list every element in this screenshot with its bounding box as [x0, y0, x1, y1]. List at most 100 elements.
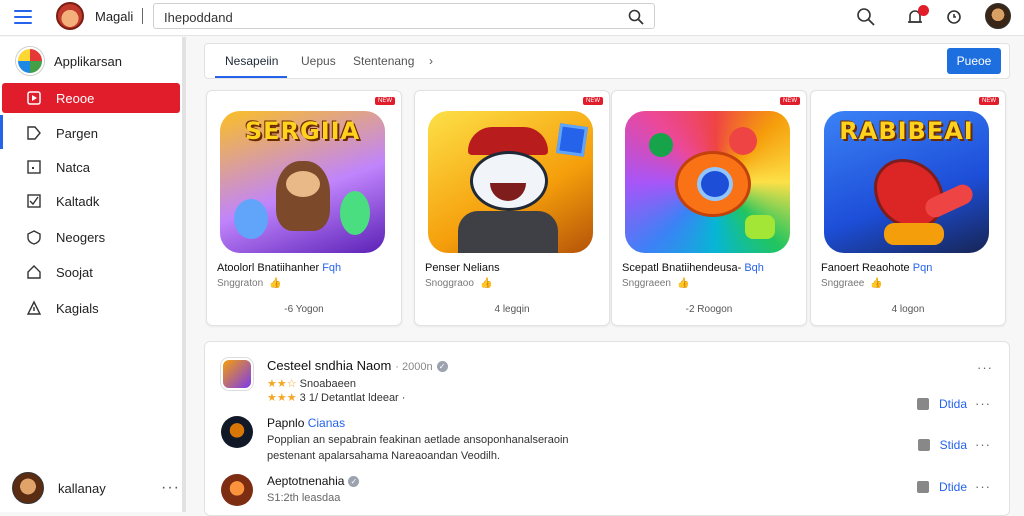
- avatar[interactable]: [985, 3, 1011, 29]
- sidebar-title: Applikarsan: [54, 53, 122, 69]
- primary-button[interactable]: Pueoe: [947, 48, 1001, 74]
- reviews-panel: ··· Cesteel sndhia Naom · 2000n ✓ ★★☆ Snoa…: [204, 341, 1010, 516]
- game-count: 4 legqin: [494, 304, 530, 315]
- tab-uepus[interactable]: Uepus: [301, 54, 336, 68]
- search-box[interactable]: [153, 3, 655, 29]
- like-icon[interactable]: [916, 397, 929, 410]
- review-action-link[interactable]: Dtide: [939, 480, 967, 494]
- menu-icon[interactable]: [14, 10, 32, 24]
- tab-active-indicator: [215, 76, 287, 78]
- sidebar-item-soojat[interactable]: Soojat: [2, 257, 180, 287]
- tab-bar: Nesapeiin Uepus Stentenang › Pueoe: [204, 43, 1010, 79]
- game-title: Atoolorl Bnatiihanher Fqh: [217, 262, 342, 274]
- review-action-link[interactable]: Stida: [940, 438, 967, 452]
- more-options-icon[interactable]: ···: [975, 396, 991, 411]
- sidebar-item-natca[interactable]: Natca: [2, 152, 180, 182]
- chevron-right-icon[interactable]: ›: [429, 54, 433, 68]
- more-options-icon[interactable]: ···: [975, 479, 991, 494]
- sidebar-header: Applikarsan: [16, 47, 122, 75]
- review-actions: Dtide ···: [916, 479, 991, 494]
- avatar[interactable]: [221, 416, 253, 448]
- sidebar-item-label: Kaltadk: [56, 193, 100, 209]
- artwork-title: RABIBEAI: [839, 117, 974, 145]
- game-artwork[interactable]: [625, 111, 790, 253]
- review-title: Papnlo Cianas: [267, 416, 346, 430]
- game-subtitle: Snoggraoo 👍: [425, 278, 493, 289]
- app-logo[interactable]: [56, 2, 84, 30]
- divider: [142, 8, 143, 24]
- sidebar: Applikarsan Reooe Pargen Natca Kaltadk N…: [0, 37, 186, 512]
- notification-badge: [918, 5, 929, 16]
- new-badge: NEW: [583, 97, 603, 105]
- thumbs-up-icon: 👍: [870, 278, 883, 289]
- review-action-link[interactable]: Dtida: [939, 397, 967, 411]
- game-subtitle: Snggraee 👍: [821, 278, 883, 289]
- search-input[interactable]: [164, 8, 614, 26]
- sidebar-item-label: Soojat: [56, 264, 93, 280]
- game-card[interactable]: NEW Scepatl Bnatiihendeusa- Bqh Snggraee…: [611, 90, 807, 326]
- new-badge: NEW: [780, 97, 800, 105]
- new-badge: NEW: [375, 97, 395, 105]
- review-item: Papnlo Cianas Popplian an sepabrain feak…: [221, 416, 1001, 466]
- sidebar-item-kaltadk[interactable]: Kaltadk: [2, 186, 180, 216]
- game-subtitle: Snggraton 👍: [217, 278, 282, 289]
- game-artwork[interactable]: RABIBEAI: [824, 111, 989, 253]
- game-title: Fanoert Reaohote Pqn: [821, 262, 933, 274]
- sidebar-item-pargen[interactable]: Pargen: [2, 118, 180, 148]
- game-title: Scepatl Bnatiihendeusa- Bqh: [622, 262, 764, 274]
- search-icon[interactable]: [628, 9, 644, 25]
- verified-icon: ✓: [348, 476, 360, 488]
- sidebar-item-label: Natca: [56, 159, 90, 175]
- clock-icon[interactable]: [944, 7, 964, 27]
- thumbs-up-icon: 👍: [479, 278, 493, 289]
- game-artwork[interactable]: SERGIIA: [220, 111, 385, 253]
- game-subtitle: Snggraeen 👍: [622, 278, 690, 289]
- like-icon[interactable]: [917, 438, 930, 451]
- review-rating: ★★☆ Snoabaeen: [267, 378, 356, 390]
- like-icon[interactable]: [916, 480, 929, 493]
- review-text: pestenant apalarsahama Nareaoandan Veodi…: [267, 450, 501, 462]
- game-icon[interactable]: [221, 358, 253, 390]
- user-profile[interactable]: kallanay ···: [12, 471, 180, 505]
- tab-nesapeiin[interactable]: Nesapeiin: [225, 54, 278, 68]
- game-card[interactable]: NEW Penser Nelians Snoggraoo 👍 4 legqin: [414, 90, 610, 326]
- star-rating: ★★★: [267, 392, 297, 404]
- top-bar: Magali: [0, 0, 1024, 36]
- sidebar-item-neogers[interactable]: Neogers: [2, 222, 180, 252]
- sidebar-item-label: Reooe: [56, 90, 95, 106]
- play-square-icon: [27, 91, 41, 105]
- game-count: 4 logon: [891, 304, 925, 315]
- review-text: Popplian an sepabrain feakinan aetlade a…: [267, 434, 569, 446]
- share-icon: [26, 300, 42, 315]
- square-icon: [27, 160, 41, 174]
- sidebar-item-label: Pargen: [56, 125, 98, 141]
- game-card[interactable]: NEW RABIBEAI Fanoert Reaohote Pqn Snggra…: [810, 90, 1006, 326]
- game-card[interactable]: NEW SERGIIA Atoolorl Bnatiihanher Fqh Sn…: [206, 90, 402, 326]
- review-actions: Stida ···: [917, 437, 991, 452]
- shield-icon: [27, 230, 41, 245]
- game-count: -6 Yogon: [284, 304, 324, 315]
- avatar: [12, 472, 44, 504]
- review-title: Aeptotnenahia ✓: [267, 474, 360, 488]
- thumbs-up-icon: 👍: [269, 278, 282, 289]
- star-rating: ★★☆: [267, 378, 297, 390]
- new-badge: NEW: [979, 97, 999, 105]
- review-item: Aeptotnenahia ✓ S1:2th leasdaa Dtide ···: [221, 474, 1001, 508]
- artwork-title: SERGIIA: [244, 117, 361, 145]
- review-meta: ★★★ 3 1/ Detantlat ldeear ·: [267, 392, 406, 404]
- app-icon: [16, 47, 44, 75]
- more-options-icon[interactable]: ···: [975, 437, 991, 452]
- sidebar-item-label: Neogers: [56, 229, 106, 245]
- game-artwork[interactable]: [428, 111, 593, 253]
- review-actions: Dtida ···: [916, 396, 991, 411]
- tag-icon: [27, 126, 41, 140]
- avatar[interactable]: [221, 474, 253, 506]
- user-name: kallanay: [58, 480, 106, 496]
- sidebar-item-kagials[interactable]: Kagials: [2, 293, 180, 323]
- app-name: Magali: [95, 9, 134, 24]
- sidebar-item-reooe[interactable]: Reooe: [2, 83, 180, 113]
- more-options-icon[interactable]: ···: [161, 479, 180, 497]
- search-icon[interactable]: [856, 7, 876, 27]
- tab-stentenang[interactable]: Stentenang: [353, 54, 414, 68]
- sidebar-item-label: Kagials: [56, 300, 99, 316]
